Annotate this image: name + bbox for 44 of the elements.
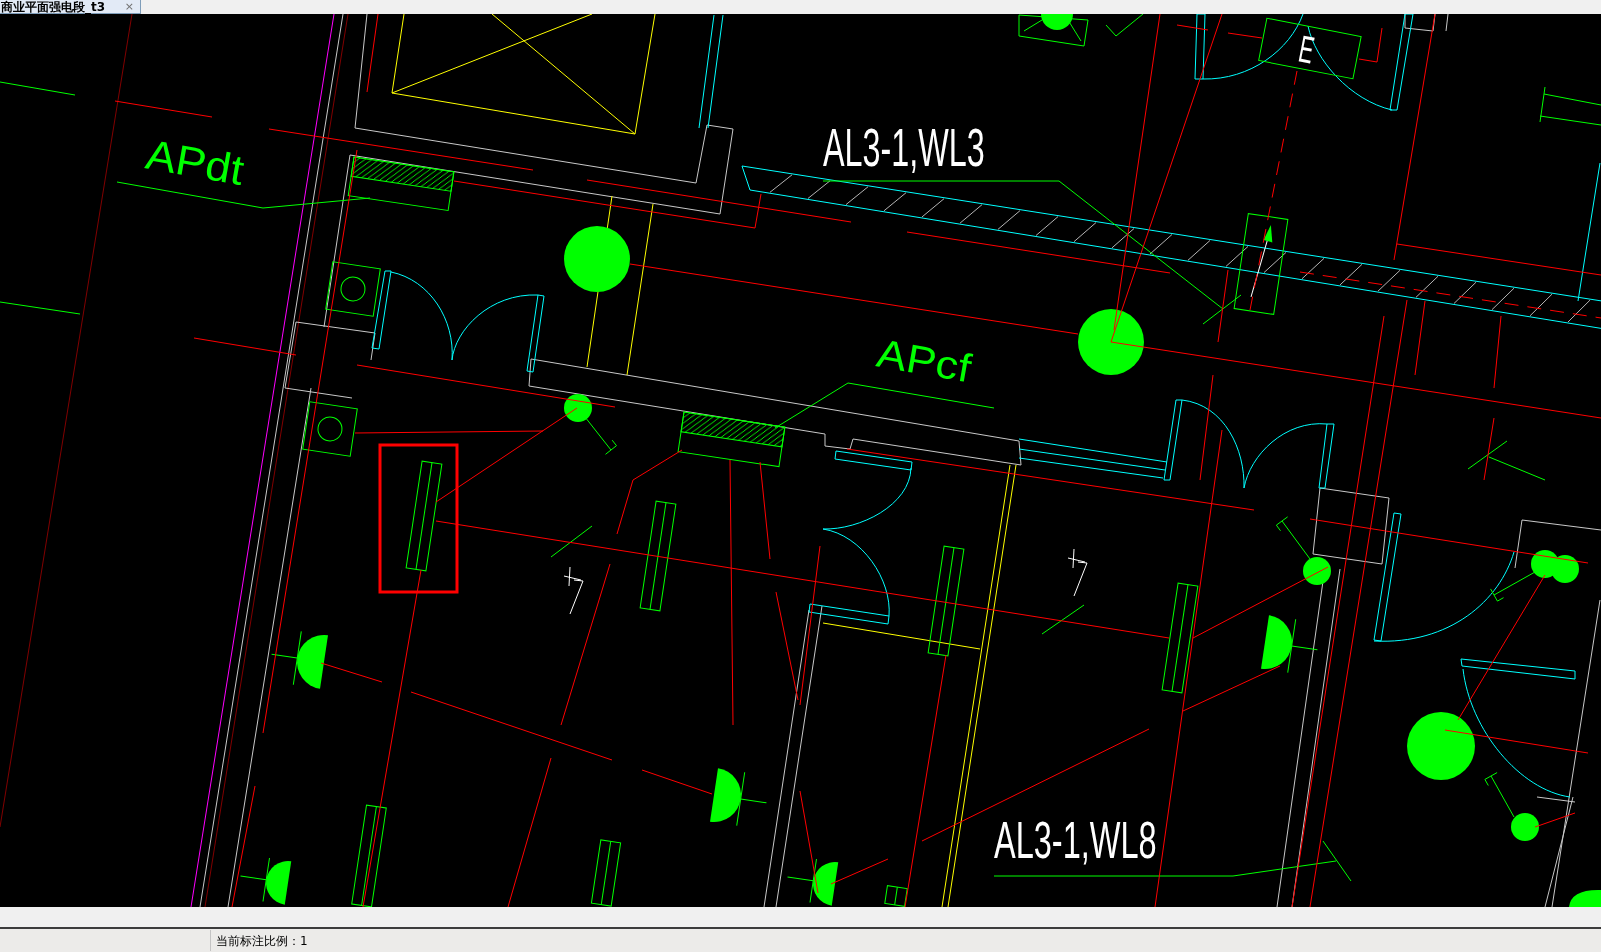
panel-label: APcf	[873, 330, 975, 391]
wall-light	[787, 858, 839, 906]
switch-symbol	[584, 416, 617, 455]
wall-light	[271, 630, 328, 689]
switch-symbol	[1275, 516, 1311, 560]
ceiling-light	[564, 394, 592, 422]
junction-box	[302, 401, 358, 457]
leader-line	[1488, 456, 1546, 481]
wall-light	[1261, 615, 1318, 674]
document-tab[interactable]: 商业平面强电段_t3 ×	[0, 0, 141, 14]
close-button[interactable]: ×	[122, 0, 136, 13]
status-text: 当前标注比例：1	[215, 933, 308, 948]
wire-line	[641, 769, 713, 795]
panel-label: APdt	[142, 130, 248, 194]
ceiling-light	[564, 226, 630, 292]
switch-symbol	[1484, 772, 1515, 818]
leader-line	[550, 525, 593, 558]
leader-line	[1041, 604, 1085, 635]
ceiling-light	[1511, 813, 1539, 841]
leader-line	[1105, 14, 1144, 37]
ceiling-light	[1407, 712, 1475, 780]
letter-label: E	[1295, 27, 1318, 73]
ceiling-light	[1041, 14, 1073, 30]
fluorescent-fixture	[884, 885, 908, 907]
wall-line	[1404, 14, 1436, 32]
wire-line	[830, 858, 889, 885]
junction-box	[325, 261, 381, 317]
stroke-symbol	[563, 566, 584, 615]
wire-line	[1227, 32, 1263, 39]
wall-line	[1445, 14, 1449, 32]
wall-light	[240, 857, 292, 905]
stroke-symbol	[1067, 548, 1088, 597]
wall-light	[710, 768, 767, 827]
circuit-label: AL3-1,WL3	[823, 117, 985, 177]
wire-line	[1534, 812, 1576, 828]
ceiling-light	[1551, 555, 1579, 583]
wire-line	[1358, 27, 1383, 63]
switch-symbol	[1490, 571, 1536, 602]
circuit-label: AL3-1,WL8	[994, 811, 1157, 869]
wall-light	[1569, 889, 1601, 907]
ceiling-light	[1078, 309, 1144, 375]
leader-line	[1467, 440, 1508, 470]
ceiling-light	[1303, 557, 1331, 585]
fluorescent-fixture	[590, 839, 622, 907]
